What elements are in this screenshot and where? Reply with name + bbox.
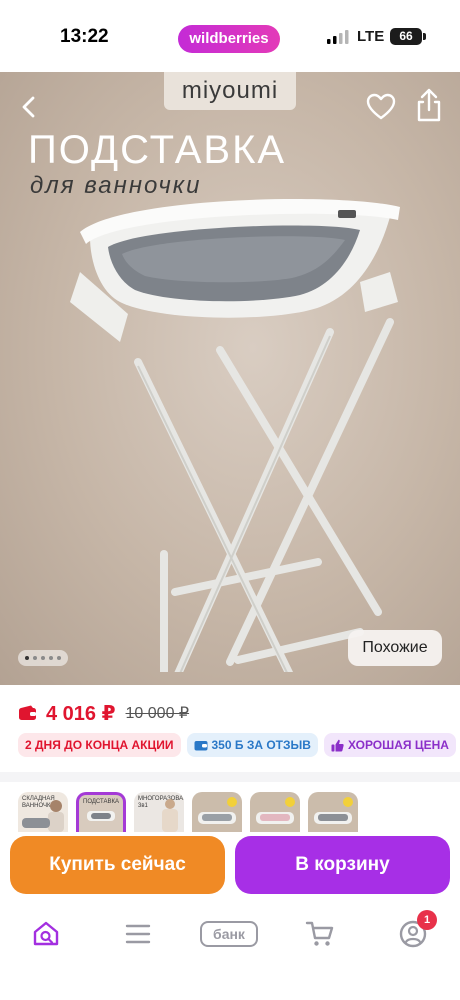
bank-icon: банк <box>200 921 258 947</box>
bottom-tab-bar: банк 1 <box>0 900 460 1000</box>
badge-label: ХОРОШАЯ ЦЕНА <box>347 738 449 752</box>
promo-badges: 2 ДНЯ ДО КОНЦА АКЦИИ 350 Б ЗА ОТЗЫВ ХОРО… <box>18 733 456 757</box>
thumbnail-active[interactable]: ПОДСТАВКА <box>76 792 126 832</box>
home-search-icon <box>33 921 59 946</box>
signal-icon <box>327 30 349 44</box>
add-to-cart-button[interactable]: В корзину <box>235 836 450 894</box>
pagination-dot <box>57 656 61 660</box>
status-bar: 13:22 wildberries LTE 66 <box>0 0 460 72</box>
thumbnail[interactable] <box>250 792 300 832</box>
thumbnail[interactable]: МНОГОРАЗОВАЯ 3в1 <box>134 792 184 832</box>
old-price: 10 000 ₽ <box>125 705 190 722</box>
wallet-icon <box>194 741 207 751</box>
tab-catalog[interactable] <box>116 916 160 952</box>
good-price-badge[interactable]: ХОРОШАЯ ЦЕНА <box>323 733 456 757</box>
tab-bank[interactable]: банк <box>200 916 258 952</box>
thumbnail-image <box>22 800 64 832</box>
network-label: LTE <box>357 28 385 45</box>
brand-logo: miyoumi <box>164 72 296 110</box>
thumbnail[interactable] <box>308 792 358 832</box>
thumbnail-image <box>162 799 178 832</box>
tab-home[interactable] <box>24 916 68 952</box>
catalog-icon <box>125 924 151 944</box>
profile-notification-badge: 1 <box>417 910 437 930</box>
promo-title: ПОДСТАВКА <box>28 128 287 172</box>
pagination-dot <box>49 656 53 660</box>
battery-tip <box>423 33 426 40</box>
review-bonus-badge[interactable]: 350 Б ЗА ОТЗЫВ <box>186 733 318 757</box>
wallet-icon <box>19 705 36 720</box>
thumbnail[interactable]: СКЛАДНАЯ ВАННОЧКА <box>18 792 68 832</box>
back-icon[interactable] <box>12 90 46 124</box>
thumbnail-image <box>87 811 115 821</box>
similar-products-button[interactable]: Похожие <box>348 630 442 666</box>
thumbnail-image <box>256 797 295 824</box>
battery-icon: 66 <box>390 28 422 45</box>
bath-stand-product-image <box>70 199 400 672</box>
product-thumbnails: СКЛАДНАЯ ВАННОЧКА ПОДСТАВКА МНОГОРАЗОВАЯ… <box>18 792 358 832</box>
badge-label: 350 Б ЗА ОТЗЫВ <box>211 738 311 752</box>
pagination-dot <box>25 656 29 660</box>
pagination-dot <box>41 656 45 660</box>
purchase-actions: Купить сейчас В корзину <box>0 834 460 900</box>
buy-now-button[interactable]: Купить сейчас <box>10 836 225 894</box>
tab-profile[interactable]: 1 <box>391 910 437 952</box>
status-time: 13:22 <box>60 26 109 47</box>
cart-icon <box>305 921 334 946</box>
thumbnail-image <box>198 797 237 824</box>
current-price: 4 016 ₽ <box>46 702 116 725</box>
thumbnail[interactable] <box>192 792 242 832</box>
gallery-pagination <box>18 650 68 666</box>
share-icon[interactable] <box>412 86 446 124</box>
thumbnail-image <box>314 797 353 824</box>
heart-icon[interactable] <box>364 90 398 124</box>
price-row: 4 016 ₽ 10 000 ₽ <box>18 698 189 728</box>
sale-countdown-badge[interactable]: 2 ДНЯ ДО КОНЦА АКЦИИ <box>18 733 181 757</box>
product-image-gallery[interactable]: miyoumi ПОДСТАВКА для ванночки Похожие <box>0 72 460 685</box>
pagination-dot <box>33 656 37 660</box>
tab-cart[interactable] <box>298 916 342 952</box>
app-brand-badge[interactable]: wildberries <box>178 25 280 53</box>
badge-label: 2 ДНЯ ДО КОНЦА АКЦИИ <box>25 738 174 752</box>
section-separator <box>0 772 460 782</box>
thumbs-up-icon <box>331 739 344 751</box>
